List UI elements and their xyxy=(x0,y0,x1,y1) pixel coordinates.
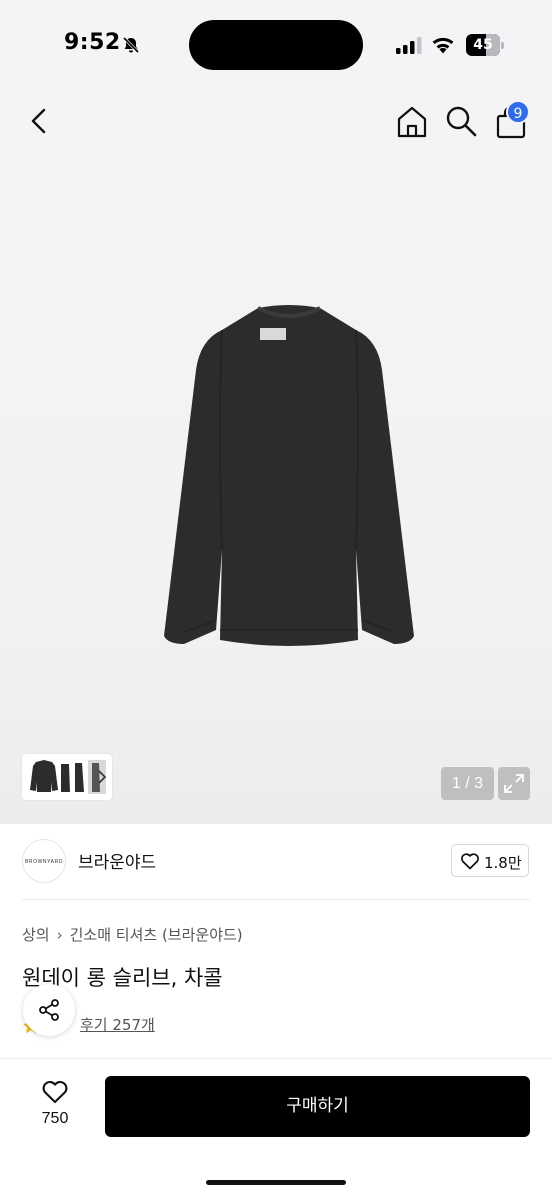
product-image-sweatshirt[interactable] xyxy=(160,300,418,656)
chevron-right-icon: › xyxy=(56,926,63,944)
breadcrumb-item-category[interactable]: 상의 xyxy=(22,924,50,945)
status-time: 9:52 xyxy=(64,30,121,55)
battery-level: 45 xyxy=(473,37,493,53)
image-pager: 1 / 3 xyxy=(441,767,494,800)
status-bar: 9:52 45 xyxy=(0,0,552,92)
home-icon[interactable] xyxy=(394,104,430,140)
search-icon[interactable] xyxy=(444,104,478,138)
bottom-bar-divider xyxy=(0,1058,552,1059)
share-button[interactable] xyxy=(23,984,75,1036)
divider xyxy=(22,899,530,900)
brand-like-button[interactable]: 1.8만 xyxy=(451,844,529,877)
home-indicator xyxy=(206,1180,346,1185)
brand-logo[interactable]: BROWNYARD xyxy=(22,839,66,883)
cart-badge: 9 xyxy=(506,100,530,124)
back-arrow-icon[interactable] xyxy=(22,104,56,138)
brand-name[interactable]: 브라운야드 xyxy=(78,848,156,873)
wifi-icon xyxy=(432,37,454,54)
share-icon xyxy=(39,999,59,1021)
breadcrumb: 상의 › 긴소매 티셔츠 (브라운야드) xyxy=(22,924,243,945)
expand-icon xyxy=(504,774,524,793)
dynamic-island xyxy=(189,20,363,70)
expand-button[interactable] xyxy=(498,767,530,800)
buy-button[interactable]: 구매하기 xyxy=(105,1076,530,1137)
breadcrumb-item-subcategory[interactable]: 긴소매 티셔츠 (브라운야드) xyxy=(70,924,243,945)
cellular-signal-icon xyxy=(396,37,422,54)
heart-icon xyxy=(461,853,479,870)
bell-muted-icon xyxy=(122,36,140,54)
product-like-button[interactable]: 750 xyxy=(22,1076,88,1136)
reviews-link[interactable]: 후기 257개 xyxy=(80,1014,155,1035)
heart-icon xyxy=(42,1080,68,1104)
brand-like-count: 1.8만 xyxy=(484,854,522,872)
product-like-count: 750 xyxy=(41,1110,69,1127)
battery-icon: 45 xyxy=(466,34,504,56)
chevron-right-icon[interactable] xyxy=(96,768,108,786)
